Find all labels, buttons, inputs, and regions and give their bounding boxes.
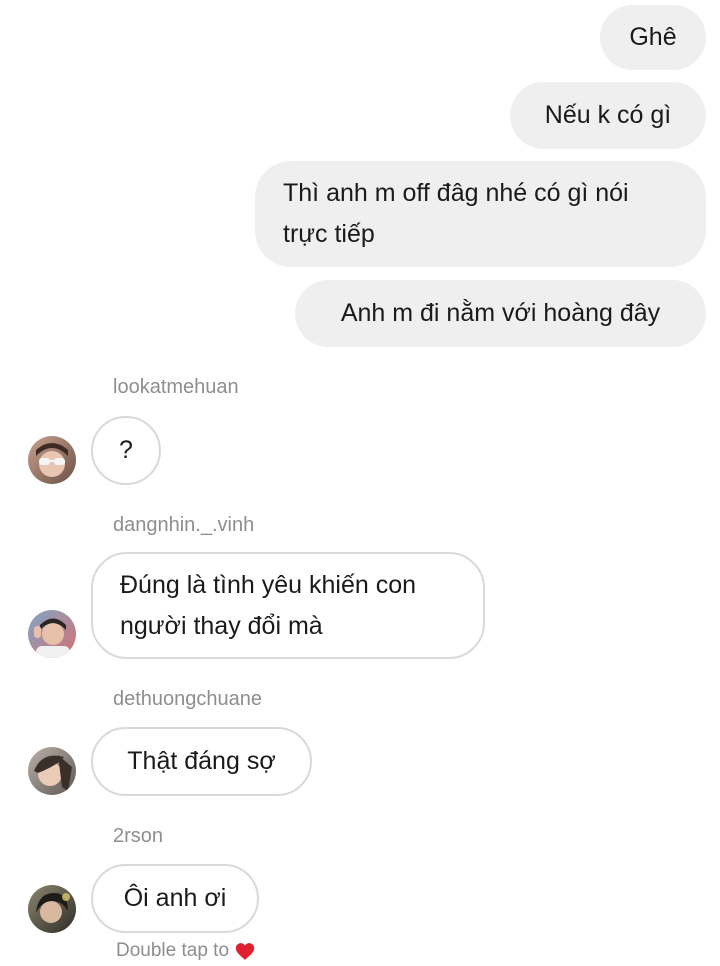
avatar-photo	[28, 610, 76, 658]
incoming-message[interactable]: ?	[91, 416, 161, 485]
avatar-photo	[28, 747, 76, 795]
outgoing-message[interactable]: Anh m đi nằm với hoàng đây	[295, 280, 706, 347]
heart-icon	[235, 942, 255, 960]
avatar[interactable]	[28, 747, 76, 795]
incoming-message[interactable]: Ôi anh ơi	[91, 864, 259, 933]
avatar[interactable]	[28, 436, 76, 484]
double-tap-label: Double tap to	[116, 940, 230, 961]
avatar[interactable]	[28, 885, 76, 933]
outgoing-message[interactable]: Thì anh m off đâg nhé có gì nói trực tiế…	[255, 161, 706, 267]
incoming-message[interactable]: Thật đáng sợ	[91, 727, 312, 796]
sender-name: dethuongchuane	[113, 688, 263, 710]
double-tap-hint: Double tap to	[116, 940, 255, 962]
message-thread: Ghê Nếu k có gì Thì anh m off đâg nhé có…	[0, 0, 720, 966]
incoming-message[interactable]: Đúng là tình yêu khiến con người thay đổ…	[91, 552, 485, 659]
sender-name: 2rson	[113, 825, 164, 847]
sender-name: dangnhin._.vinh	[113, 514, 255, 536]
outgoing-message[interactable]: Ghê	[600, 5, 706, 70]
outgoing-message[interactable]: Nếu k có gì	[510, 82, 706, 149]
avatar[interactable]	[28, 610, 76, 658]
avatar-photo	[28, 885, 76, 933]
sender-name: lookatmehuan	[113, 376, 239, 398]
avatar-photo	[28, 436, 76, 484]
